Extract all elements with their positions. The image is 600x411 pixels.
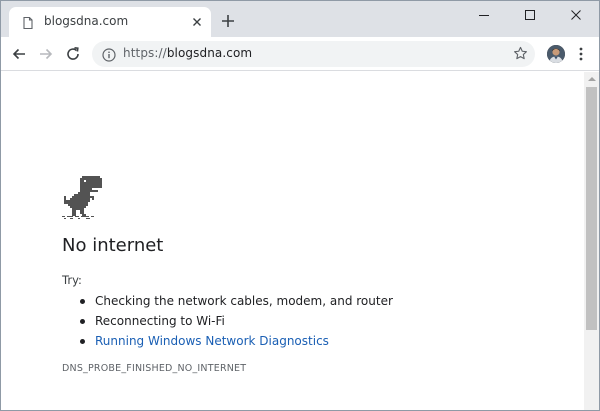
minimize-icon[interactable]	[461, 1, 507, 29]
page-title: No internet	[62, 235, 164, 256]
list-item: Running Windows Network Diagnostics	[80, 331, 393, 351]
url-text[interactable]: https://blogsdna.com	[123, 46, 252, 60]
maximize-icon[interactable]	[507, 1, 553, 29]
url-host: blogsdna.com	[166, 46, 253, 60]
try-label: Try:	[62, 273, 82, 287]
dinosaur-icon	[62, 176, 102, 220]
tab-blogsdna[interactable]: blogsdna.com	[9, 7, 211, 37]
close-icon[interactable]	[190, 15, 204, 29]
url-scheme: https://	[123, 46, 167, 60]
error-code: DNS_PROBE_FINISHED_NO_INTERNET	[62, 363, 247, 374]
list-item: Checking the network cables, modem, and …	[80, 291, 393, 311]
close-icon[interactable]	[553, 1, 599, 29]
suggestion-text: Reconnecting to Wi-Fi	[95, 314, 225, 328]
info-icon[interactable]	[102, 47, 116, 62]
avatar[interactable]	[547, 45, 565, 63]
tab-title: blogsdna.com	[44, 14, 129, 28]
suggestion-list: Checking the network cables, modem, and …	[80, 291, 393, 351]
scrollbar-thumb[interactable]	[586, 87, 597, 330]
reload-icon[interactable]	[63, 44, 83, 64]
address-bar[interactable]: https://blogsdna.com	[92, 41, 535, 67]
kebab-menu-icon[interactable]	[575, 45, 587, 63]
browser-window: blogsdna.com https://blogsdna.com No int…	[0, 0, 600, 411]
list-item: Reconnecting to Wi-Fi	[80, 311, 393, 331]
page-icon	[21, 15, 35, 30]
error-page: No internet Try: Checking the network ca…	[1, 72, 584, 410]
scroll-up-arrow-icon[interactable]	[584, 72, 599, 86]
scrollbar[interactable]	[584, 72, 599, 410]
suggestion-text: Checking the network cables, modem, and …	[95, 294, 393, 308]
toolbar: https://blogsdna.com	[1, 37, 599, 71]
network-diagnostics-link[interactable]: Running Windows Network Diagnostics	[95, 334, 329, 348]
plus-icon[interactable]	[220, 13, 236, 29]
arrow-right-icon[interactable]	[36, 44, 56, 64]
star-icon[interactable]	[513, 46, 528, 61]
arrow-left-icon[interactable]	[9, 44, 29, 64]
tab-strip: blogsdna.com	[1, 1, 599, 37]
